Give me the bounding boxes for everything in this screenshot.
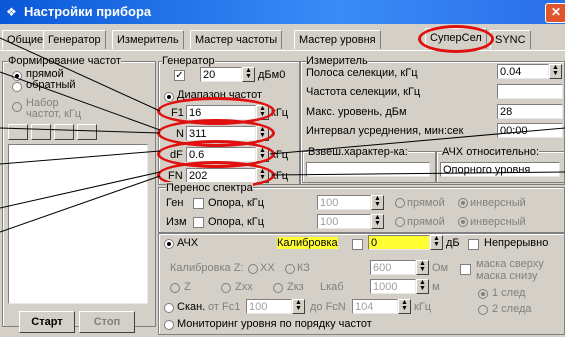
pointer-line-fn2: [0, 175, 161, 233]
pointer-line-n: [0, 71, 161, 131]
pointer-line-right-df: [269, 127, 565, 155]
pointer-line-f1: [0, 37, 161, 112]
pointer-line-fn: [0, 171, 161, 209]
pointer-line-right-fn: [271, 171, 565, 176]
pointer-line-n2: [0, 127, 161, 134]
pointer-line-df: [0, 150, 161, 165]
annotation-lines: [0, 37, 565, 233]
